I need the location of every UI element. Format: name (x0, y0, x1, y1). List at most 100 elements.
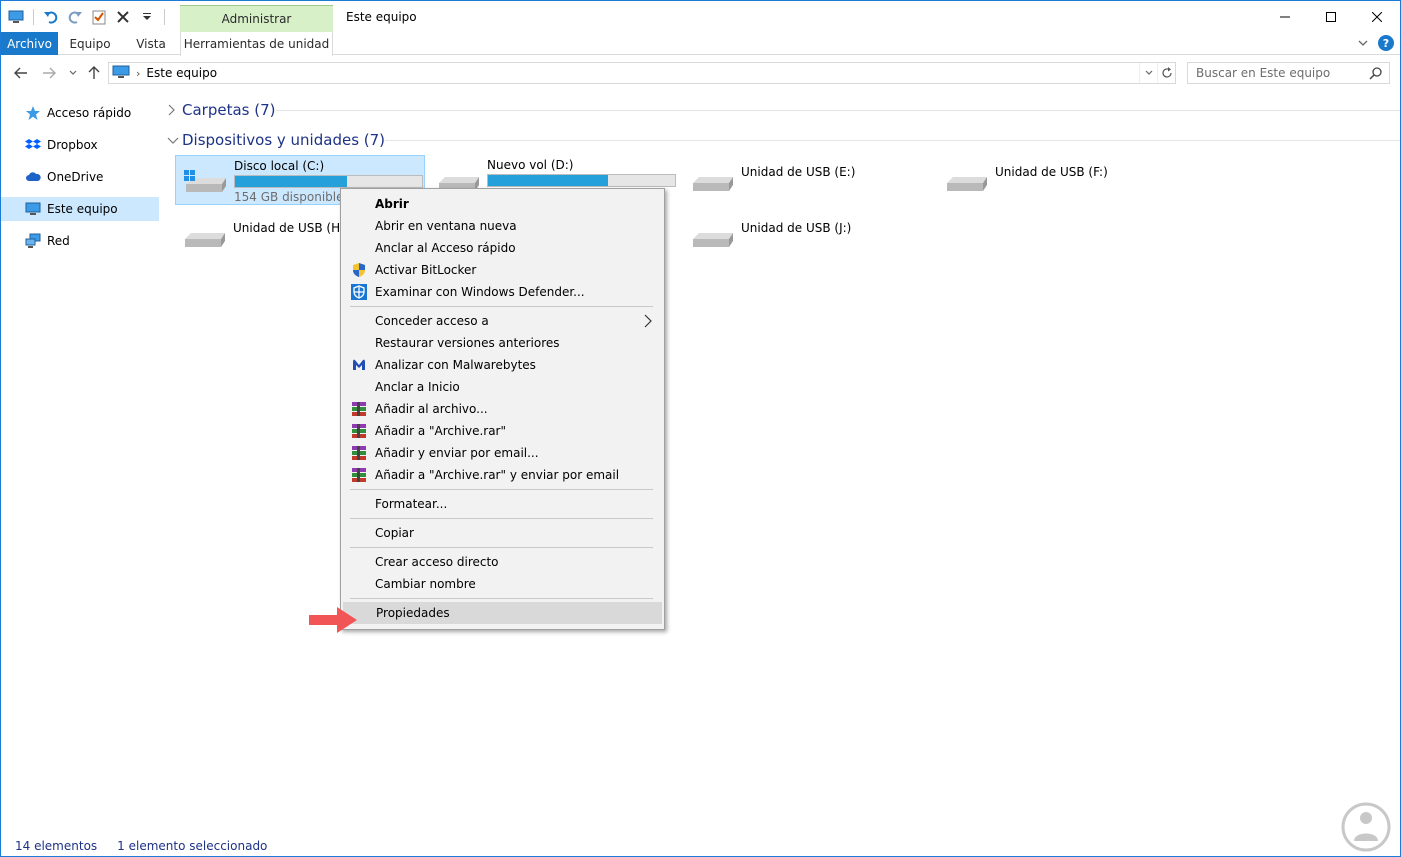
usb-drive-icon (943, 169, 987, 198)
window-controls (1262, 1, 1400, 32)
menu-item-label: Anclar a Inicio (375, 380, 460, 394)
status-bar: 14 elementos 1 elemento seleccionado (1, 834, 1400, 856)
group-divider (275, 110, 1400, 111)
group-divider (385, 140, 1400, 141)
site-watermark-logo (1340, 801, 1392, 856)
dropbox-icon (25, 137, 41, 153)
menu-item-cambiar-nombre[interactable]: Cambiar nombre (343, 573, 662, 595)
group-header-devices[interactable]: Dispositivos y unidades (7) (167, 130, 1400, 150)
redo-icon[interactable] (66, 8, 84, 26)
malwarebytes-icon (351, 357, 367, 373)
tab-drive-tools[interactable]: Herramientas de unidad (180, 32, 333, 56)
menu-item-label: Añadir a "Archive.rar" (375, 424, 507, 438)
minimize-button[interactable] (1262, 1, 1308, 32)
menu-item-anadir-archive-rar[interactable]: Añadir a "Archive.rar" (343, 420, 662, 442)
menu-item-activar-bitlocker[interactable]: Activar BitLocker (343, 259, 662, 281)
tab-view[interactable]: Vista (125, 32, 177, 55)
drive-name: Unidad de USB (J:) (741, 221, 852, 235)
menu-item-formatear[interactable]: Formatear... (343, 493, 662, 515)
drive-item-j[interactable]: Unidad de USB (J:) (683, 211, 933, 261)
winrar-icon (351, 423, 367, 439)
breadcrumb-este-equipo[interactable]: Este equipo (146, 66, 217, 80)
drive-item-f[interactable]: Unidad de USB (F:) (937, 155, 1187, 205)
menu-separator (350, 306, 653, 307)
menu-item-malwarebytes[interactable]: Analizar con Malwarebytes (343, 354, 662, 376)
usb-drive-icon (689, 169, 733, 198)
menu-item-examinar-defender[interactable]: Examinar con Windows Defender... (343, 281, 662, 303)
windows-drive-icon (182, 170, 226, 199)
recent-locations-chevron-icon[interactable] (63, 63, 83, 83)
menu-item-anadir-archivo[interactable]: Añadir al archivo... (343, 398, 662, 420)
menu-item-label: Cambiar nombre (375, 577, 476, 591)
menu-item-label: Examinar con Windows Defender... (375, 285, 585, 299)
close-button[interactable] (1354, 1, 1400, 32)
drive-usage-bar (234, 175, 423, 188)
sidebar-item-dropbox[interactable]: Dropbox (1, 133, 159, 157)
menu-item-label: Activar BitLocker (375, 263, 477, 277)
menu-item-abrir-ventana-nueva[interactable]: Abrir en ventana nueva (343, 215, 662, 237)
sidebar-item-este-equipo[interactable]: Este equipo (1, 197, 159, 221)
menu-item-label: Abrir (375, 197, 409, 211)
menu-item-crear-acceso-directo[interactable]: Crear acceso directo (343, 551, 662, 573)
up-arrow-icon[interactable] (84, 63, 104, 83)
drive-name: Disco local (C:) (234, 159, 325, 173)
properties-check-icon[interactable] (90, 8, 108, 26)
computer-icon (7, 8, 25, 26)
refresh-icon[interactable] (1157, 63, 1175, 83)
menu-item-restaurar-versiones[interactable]: Restaurar versiones anteriores (343, 332, 662, 354)
navigation-pane: Acceso rápido Dropbox OneDrive Este equi… (1, 101, 159, 261)
menu-item-anclar-acceso-rapido[interactable]: Anclar al Acceso rápido (343, 237, 662, 259)
title-bar: Administrar Este equipo (1, 1, 1400, 32)
drive-item-e[interactable]: Unidad de USB (E:) (683, 155, 933, 205)
menu-item-propiedades[interactable]: Propiedades (343, 602, 662, 624)
annotation-arrow-icon (307, 605, 359, 638)
star-icon (25, 105, 41, 121)
sidebar-item-quick-access[interactable]: Acceso rápido (1, 101, 159, 125)
menu-item-abrir[interactable]: Abrir (343, 193, 662, 215)
menu-item-conceder-acceso[interactable]: Conceder acceso a (343, 310, 662, 332)
chevron-right-icon (167, 104, 179, 116)
group-header-folders[interactable]: Carpetas (7) (167, 100, 1400, 120)
sidebar-item-onedrive[interactable]: OneDrive (1, 165, 159, 189)
drive-usage-bar (487, 174, 676, 187)
winrar-icon (351, 467, 367, 483)
menu-item-label: Anclar al Acceso rápido (375, 241, 516, 255)
menu-item-label: Añadir al archivo... (375, 402, 488, 416)
menu-item-anclar-inicio[interactable]: Anclar a Inicio (343, 376, 662, 398)
group-header-label: Carpetas (7) (182, 101, 276, 119)
delete-icon[interactable] (114, 8, 132, 26)
drive-usage-fill (488, 175, 608, 186)
context-menu: Abrir Abrir en ventana nueva Anclar al A… (340, 188, 665, 630)
usb-drive-icon (689, 225, 733, 254)
sidebar-item-network[interactable]: Red (1, 229, 159, 253)
menu-item-label: Crear acceso directo (375, 555, 499, 569)
tab-file[interactable]: Archivo (1, 32, 58, 55)
winrar-icon (351, 445, 367, 461)
help-icon[interactable]: ? (1378, 35, 1394, 51)
breadcrumb-chevron-icon[interactable]: › (136, 67, 140, 80)
undo-icon[interactable] (42, 8, 60, 26)
drive-name: Nuevo vol (D:) (487, 158, 574, 172)
windows-defender-icon (351, 284, 367, 300)
menu-item-anadir-rar-enviar-email[interactable]: Añadir a "Archive.rar" y enviar por emai… (343, 464, 662, 486)
menu-item-label: Analizar con Malwarebytes (375, 358, 536, 372)
search-input[interactable]: Buscar en Este equipo (1187, 62, 1390, 84)
expand-ribbon-chevron-icon[interactable] (1358, 36, 1368, 50)
menu-item-anadir-enviar-email[interactable]: Añadir y enviar por email... (343, 442, 662, 464)
customize-toolbar-chevron-icon[interactable] (138, 8, 156, 26)
address-history-chevron-icon[interactable] (1139, 63, 1157, 83)
forward-arrow-icon[interactable] (39, 63, 59, 83)
drive-name: Unidad de USB (H:) (233, 221, 349, 235)
usb-drive-icon (181, 225, 225, 254)
drive-name: Unidad de USB (F:) (995, 165, 1108, 179)
back-arrow-icon[interactable] (11, 63, 31, 83)
search-icon[interactable] (1369, 66, 1383, 83)
address-bar[interactable]: › Este equipo (108, 62, 1176, 84)
tab-computer[interactable]: Equipo (61, 32, 119, 55)
address-bar-controls (1139, 63, 1175, 83)
menu-item-copiar[interactable]: Copiar (343, 522, 662, 544)
maximize-button[interactable] (1308, 1, 1354, 32)
submenu-chevron-right-icon (644, 314, 652, 331)
navigation-bar: › Este equipo Buscar en Este equipo (1, 56, 1400, 90)
winrar-icon (351, 401, 367, 417)
